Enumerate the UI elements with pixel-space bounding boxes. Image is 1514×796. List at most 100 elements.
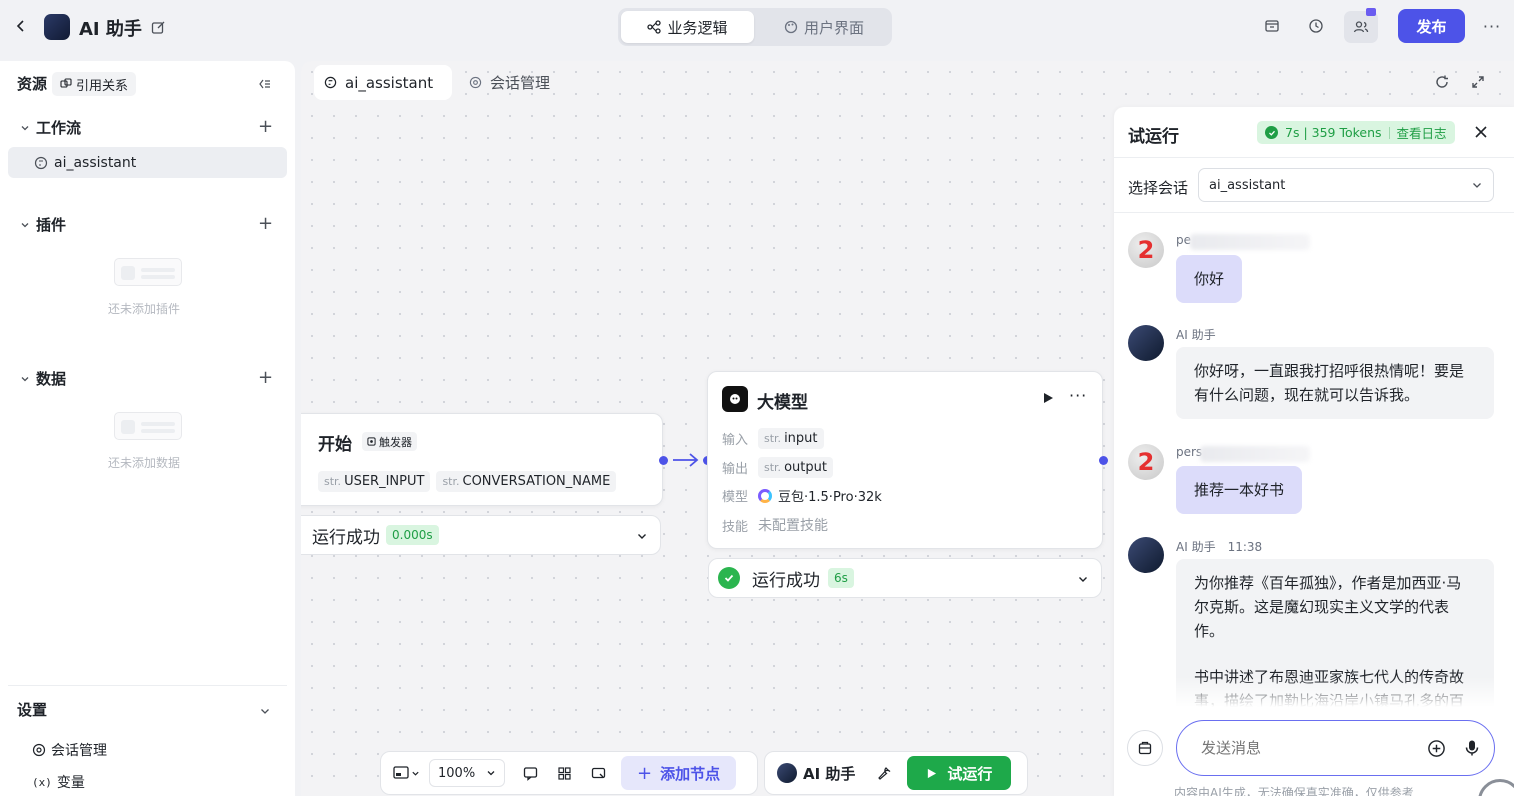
message-meta: AI 助手 11:38 (1176, 538, 1262, 555)
tab-conversation-manage[interactable]: 会话管理 (469, 65, 550, 100)
tab-label: 用户界面 (803, 18, 864, 37)
test-run-button[interactable]: 试运行 (907, 756, 1012, 790)
conversation-select[interactable]: ai_assistant (1198, 168, 1494, 202)
llm-node[interactable]: 大模型 ··· 输入 str. input 输出 str. output 模型 豆包… (707, 371, 1103, 549)
stats-divider (1388, 126, 1390, 139)
settings-item-variables[interactable]: (x) 变量 (32, 772, 85, 792)
back-icon[interactable] (6, 11, 36, 41)
reference-button[interactable]: 引用关系 (52, 72, 137, 96)
screen-icon[interactable] (583, 758, 613, 788)
scroll-handle[interactable] (1478, 779, 1514, 796)
disclaimer-text: 内容由AI生成，无法确保真实准确，仅供参考 (1174, 786, 1414, 796)
tab-label: 业务逻辑 (667, 18, 728, 37)
tab-user-interface[interactable]: 用户界面 (758, 11, 890, 43)
message-list[interactable]: 2 pe 你好 AI 助手 你好呀，一直跟我打招呼很热情呢！要是有什么问题，现在… (1114, 213, 1514, 707)
status-text: 运行成功 (312, 527, 380, 548)
mode-switch: 业务逻辑 用户界面 (618, 8, 892, 46)
add-workflow-icon[interactable]: + (258, 118, 273, 136)
trigger-badge-label: 触发器 (379, 435, 412, 449)
more-icon[interactable]: ··· (1069, 386, 1087, 405)
workflow-section[interactable]: 工作流 (20, 117, 81, 138)
settings-item-conversation[interactable]: 会话管理 (32, 740, 107, 760)
chevron-down-icon[interactable] (259, 705, 271, 717)
sidebar-title: 资源 (17, 75, 48, 93)
llm-status-bar[interactable]: 运行成功 6s (708, 558, 1102, 598)
add-node-label: 添加节点 (660, 764, 721, 783)
llm-output-port[interactable] (1099, 456, 1108, 465)
add-plugin-icon[interactable]: + (258, 215, 273, 233)
reference-label: 引用关系 (76, 78, 129, 94)
run-node-icon[interactable] (1041, 391, 1055, 405)
chevron-down-icon (21, 222, 29, 227)
empty-placeholder-image (114, 412, 182, 440)
flow-icon (647, 20, 662, 34)
add-circle-icon[interactable] (1427, 739, 1446, 758)
microphone-icon[interactable] (1464, 739, 1480, 757)
plus-icon: + (637, 762, 653, 784)
start-node[interactable]: 开始 触发器 str. USER_INPUT str. CONVERSATION_N… (301, 413, 663, 506)
chevron-down-icon (411, 771, 419, 776)
minimap-toggle[interactable] (387, 758, 425, 788)
row-label: 输入 (722, 433, 749, 448)
bot-avatar (777, 763, 797, 783)
chevron-down-icon (487, 771, 495, 776)
diamond-badge-icon (1366, 8, 1376, 16)
wrench-icon[interactable] (869, 758, 899, 788)
close-icon[interactable] (1474, 125, 1488, 139)
tab-business-logic[interactable]: 业务逻辑 (621, 11, 754, 43)
clipboard-icon (1138, 741, 1152, 755)
node-title: 大模型 (757, 393, 808, 413)
attachment-button[interactable] (1127, 730, 1163, 766)
sender-name: AI 助手 (1176, 540, 1216, 554)
layout-grid-icon[interactable] (549, 758, 579, 788)
section-title: 插件 (36, 216, 67, 234)
sender-name: AI 助手 (1176, 328, 1216, 342)
comment-icon[interactable] (515, 758, 545, 788)
param-chip: str. USER_INPUT (318, 471, 431, 492)
user-message: 推荐一本好书 (1176, 466, 1303, 514)
user-message: 你好 (1176, 255, 1243, 303)
collaborators-icon[interactable] (1344, 8, 1378, 43)
fullscreen-icon[interactable] (1470, 74, 1486, 90)
view-log-link[interactable]: 查看日志 (1397, 123, 1447, 142)
archive-icon[interactable] (1257, 11, 1287, 41)
sender-name: pers (1176, 445, 1203, 459)
zoom-select[interactable]: 100% (429, 759, 505, 787)
more-icon[interactable]: ··· (1477, 11, 1507, 41)
data-empty-text: 还未添加数据 (108, 456, 181, 470)
bot-selector[interactable]: AI 助手 (777, 763, 855, 784)
plugin-section[interactable]: 插件 (20, 214, 66, 235)
select-label: 选择会话 (1128, 179, 1189, 197)
tab-label: 会话管理 (490, 74, 551, 92)
run-stats-badge: 7s | 359 Tokens 查看日志 (1257, 121, 1455, 144)
data-section[interactable]: 数据 (20, 368, 66, 389)
start-output-port[interactable] (659, 456, 668, 465)
chevron-down-icon (1473, 183, 1481, 188)
bot-name: AI 助手 (803, 764, 856, 783)
add-node-button[interactable]: + 添加节点 (621, 756, 737, 790)
user-avatar: 2 (1128, 232, 1164, 268)
refresh-icon[interactable] (1434, 74, 1450, 90)
sidebar-item-ai-assistant[interactable]: ai_assistant (8, 147, 287, 178)
collapse-sidebar-icon[interactable] (258, 77, 272, 91)
zoom-value: 100% (438, 765, 476, 781)
history-icon[interactable] (1301, 11, 1331, 41)
start-status-bar[interactable]: 运行成功 0.000s (301, 515, 661, 555)
add-data-icon[interactable]: + (258, 369, 273, 387)
tab-ai-assistant[interactable]: ai_assistant (314, 65, 452, 100)
chevron-down-icon (638, 534, 646, 539)
success-icon (1265, 126, 1278, 139)
run-toolbar: AI 助手 试运行 (764, 751, 1028, 795)
sender-name: pe (1176, 233, 1191, 247)
chat-settings-icon (32, 743, 46, 757)
message-time: 11:38 (1227, 539, 1263, 554)
message-input-box[interactable] (1176, 720, 1495, 776)
settings-item-label: 变量 (56, 775, 85, 791)
edit-icon[interactable] (143, 12, 173, 42)
success-icon (718, 567, 740, 589)
publish-button[interactable]: 发布 (1398, 9, 1465, 43)
message-input[interactable] (1201, 739, 1427, 757)
blurred-name (1200, 446, 1310, 462)
fade-overlay (1114, 677, 1514, 707)
settings-title: 设置 (17, 701, 48, 719)
